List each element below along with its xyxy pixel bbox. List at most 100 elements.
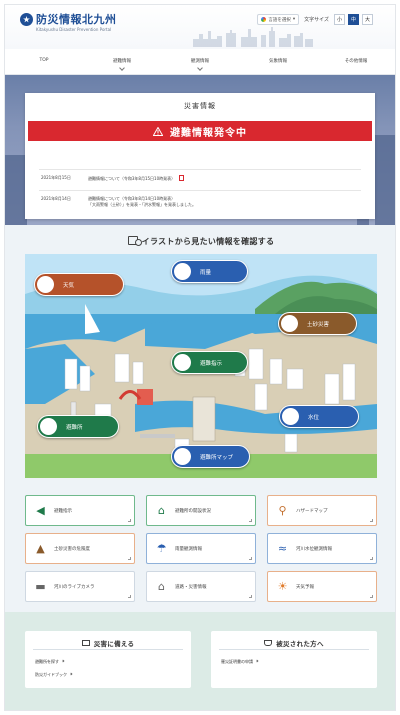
hotspot-weather[interactable]: ☀ 天気 bbox=[34, 273, 124, 296]
chevron-down-icon bbox=[197, 65, 203, 71]
arrow-icon bbox=[249, 557, 252, 560]
news-date: 2021年8月15日 bbox=[41, 175, 71, 180]
chevron-right-icon bbox=[61, 659, 65, 663]
font-size-medium-button[interactable]: 中 bbox=[348, 14, 359, 25]
map-pin-icon: ⚲ bbox=[278, 504, 287, 517]
arrow-icon bbox=[249, 595, 252, 598]
arrow-icon bbox=[249, 519, 252, 522]
tile-river-live-camera[interactable]: ▬ 河川のライブカメラ bbox=[25, 571, 135, 602]
site-subtitle: Kitakyushu Disaster Prevention Portal bbox=[36, 27, 112, 32]
nav-item-label: 気象情報 bbox=[269, 59, 287, 64]
page: 防災情報北九州 Kitakyushu Disaster Prevention P… bbox=[4, 4, 396, 711]
pdf-icon bbox=[179, 175, 185, 181]
tile-label: 河川のライブカメラ bbox=[54, 584, 95, 590]
hotspot-shelter[interactable]: ⌂ 避難所 bbox=[37, 415, 119, 438]
nav-item-weather[interactable]: 気象情報 bbox=[239, 49, 317, 74]
chevron-right-icon bbox=[255, 659, 259, 663]
hero-banner: 災害情報 避難情報発令中 2021年8月15日 避難情報について（令和3年8月1… bbox=[5, 75, 395, 225]
rain-cloud-icon: ☂ bbox=[156, 542, 167, 555]
tile-label: 道路・災害情報 bbox=[175, 584, 207, 590]
font-size-small-button[interactable]: 小 bbox=[334, 14, 345, 25]
arrow-icon bbox=[370, 595, 373, 598]
tile-shelter-status[interactable]: ⌂ 避難所の開設状況 bbox=[146, 495, 256, 526]
nav-item-label: その他情報 bbox=[344, 59, 368, 64]
nav-item-evacuation[interactable]: 避難情報 bbox=[83, 49, 161, 74]
arrow-icon bbox=[370, 557, 373, 560]
prepare-link[interactable]: 防災ガイドブック bbox=[35, 672, 73, 678]
site-logo[interactable]: 防災情報北九州 bbox=[20, 13, 117, 26]
affected-link[interactable]: 罹災証明書の申請 bbox=[221, 659, 259, 665]
hotspot-evacuation-order[interactable]: ◀ 避難指示 bbox=[171, 351, 248, 374]
book-icon bbox=[81, 640, 90, 646]
prepare-panel-heading: 災害に備える bbox=[33, 638, 183, 650]
nav-item-other[interactable]: その他情報 bbox=[317, 49, 395, 74]
rain-cloud-icon: ☂ bbox=[174, 263, 191, 280]
global-nav: TOP 避難情報 観測情報 気象情報 その他情報 bbox=[5, 49, 395, 75]
nav-item-label: 避難情報 bbox=[113, 59, 131, 64]
hotspot-label: 土砂災害 bbox=[307, 321, 330, 328]
prepare-link-label: 避難所を探す bbox=[35, 659, 59, 664]
map-icon: ✦ bbox=[174, 448, 191, 465]
illustration-heading: イラストから見たい情報を確認する bbox=[5, 236, 395, 247]
hotspot-label: 雨量 bbox=[200, 269, 212, 276]
hotspot-label: 天気 bbox=[63, 282, 75, 289]
shelter-icon: ⌂ bbox=[40, 418, 57, 435]
language-select[interactable]: 言語を選択 ▾ bbox=[257, 14, 300, 25]
tile-landslide-risk[interactable]: ▲ 土砂災害の危険度 bbox=[25, 533, 135, 564]
tile-rainfall-observation[interactable]: ☂ 雨量観測情報 bbox=[146, 533, 256, 564]
news-text-wrap: 避難情報について（令和3年8月15日10時発表） bbox=[88, 175, 185, 182]
tile-evacuation-order[interactable]: ◀ 避難指示 bbox=[25, 495, 135, 526]
hotspot-shelter-map[interactable]: ✦ 避難所マップ bbox=[171, 445, 250, 468]
hotspot-label: 水位 bbox=[308, 414, 320, 421]
chevron-right-icon bbox=[69, 672, 73, 676]
prepare-link-label: 防災ガイドブック bbox=[35, 672, 67, 677]
tile-label: 河川水位観測情報 bbox=[296, 546, 332, 552]
nav-item-top[interactable]: TOP bbox=[5, 49, 83, 74]
font-size-large-button[interactable]: 大 bbox=[362, 14, 373, 25]
camera-icon: ▬ bbox=[35, 580, 46, 593]
tile-label: 天気予報 bbox=[296, 584, 314, 590]
affected-panel-title: 被災された方へ bbox=[276, 640, 324, 648]
nav-item-observation[interactable]: 観測情報 bbox=[161, 49, 239, 74]
nav-item-label: 観測情報 bbox=[191, 59, 209, 64]
arrow-icon bbox=[128, 557, 131, 560]
font-size-label: 文字サイズ bbox=[304, 17, 329, 23]
city-skyline-illustration bbox=[193, 27, 313, 47]
illustration-section: イラストから見たい情報を確認する ☀ 天気 ☂ 雨量 ▲ 土砂災害 ◀ 避難指示… bbox=[5, 225, 395, 612]
language-select-label: 言語を選択 bbox=[268, 17, 291, 23]
arrow-icon bbox=[128, 519, 131, 522]
arrow-icon bbox=[370, 519, 373, 522]
chevron-down-icon bbox=[119, 65, 125, 71]
tile-river-level[interactable]: ≈ 河川水位観測情報 bbox=[267, 533, 377, 564]
affected-panel: 被災された方へ 罹災証明書の申請 bbox=[211, 631, 377, 688]
prepare-panel: 災害に備える 避難所を探す 防災ガイドブック bbox=[25, 631, 191, 688]
hotspot-water-level[interactable]: ≈ 水位 bbox=[279, 405, 359, 428]
footer-info-band: 災害に備える 避難所を探す 防災ガイドブック 被災された方へ 罹災証明書の申請 bbox=[5, 612, 395, 710]
water-wave-icon: ≈ bbox=[277, 542, 288, 555]
tile-road-disaster-info[interactable]: ⌂ 道路・災害情報 bbox=[146, 571, 256, 602]
house-heart-icon bbox=[264, 640, 273, 646]
landslide-icon: ▲ bbox=[36, 542, 45, 555]
prepare-link[interactable]: 避難所を探す bbox=[35, 659, 65, 665]
news-item[interactable]: 2021年8月15日 避難情報について（令和3年8月15日10時発表） bbox=[41, 175, 361, 187]
tile-hazard-map[interactable]: ⚲ ハザードマップ bbox=[267, 495, 377, 526]
evacuation-alert-banner[interactable]: 避難情報発令中 bbox=[28, 121, 372, 141]
search-map-icon bbox=[127, 236, 142, 246]
megaphone-icon: ◀ bbox=[174, 354, 191, 371]
header-tools: 言語を選択 ▾ 文字サイズ 小 中 大 bbox=[257, 14, 373, 25]
news-item[interactable]: 2021年8月14日 避難情報について（令和3年8月14日10時発表） 「大雨警報… bbox=[41, 196, 361, 216]
news-date: 2021年8月14日 bbox=[41, 196, 71, 201]
hotspot-landslide[interactable]: ▲ 土砂災害 bbox=[278, 312, 357, 335]
tile-weather-forecast[interactable]: ☀ 天気予報 bbox=[267, 571, 377, 602]
nav-item-label: TOP bbox=[39, 58, 49, 63]
tile-label: 避難指示 bbox=[54, 508, 72, 514]
tile-label: 雨量観測情報 bbox=[175, 546, 202, 552]
hotspot-rainfall[interactable]: ☂ 雨量 bbox=[171, 260, 248, 283]
hotspot-label: 避難所 bbox=[66, 424, 83, 431]
logo-star-icon bbox=[20, 13, 33, 26]
divider bbox=[39, 190, 361, 191]
news-text: 避難情報について（令和3年8月15日10時発表） bbox=[88, 176, 176, 181]
shelter-icon: ⌂ bbox=[158, 504, 165, 517]
landslide-icon: ▲ bbox=[281, 315, 298, 332]
sun-cloud-icon: ☀ bbox=[277, 580, 288, 593]
